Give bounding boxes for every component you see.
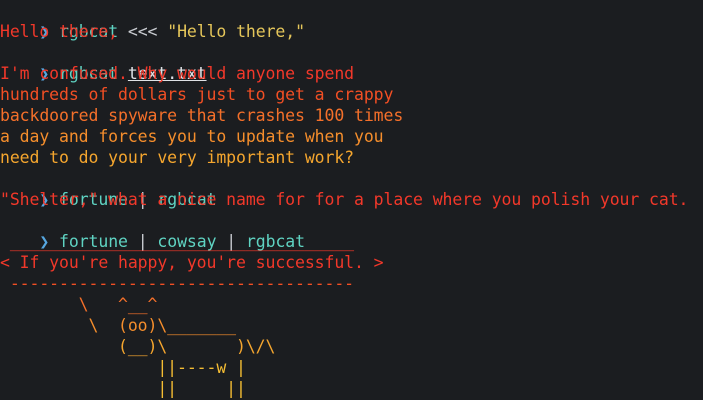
cowsay-cow-line: \ (oo)\_______ xyxy=(0,316,237,335)
here-string-operator: <<< xyxy=(127,22,158,41)
output-text-line: hundreds of dollars just to get a crappy xyxy=(0,85,394,104)
output-fortune: "Shelter," what a nice name for for a pl… xyxy=(0,190,689,209)
output-text-line: I'm confused. Why would anyone spend xyxy=(0,64,355,83)
command-line-1: ❯ rgbcat <<< "Hello there," xyxy=(0,0,305,41)
terminal-window[interactable]: ❯ rgbcat <<< "Hello there," Hello there,… xyxy=(0,0,703,400)
cowsay-cow-line: || || xyxy=(0,379,246,398)
output-text-line: a day and forces you to update when you xyxy=(0,127,384,146)
cowsay-bubble-bottom: ----------------------------------- xyxy=(0,274,355,293)
command-line-2: ❯ rgbcat text.txt xyxy=(0,42,206,83)
command-line-3: ❯ fortune | rgbcat xyxy=(0,168,216,209)
cowsay-bubble-top: ___________________________________ xyxy=(0,232,355,251)
output-hello: Hello there, xyxy=(0,22,119,41)
output-text-line: backdoored spyware that crashes 100 time… xyxy=(0,106,404,125)
cowsay-bubble-text: < If you're happy, you're successful. > xyxy=(0,253,384,272)
cowsay-cow-line: \ ^__^ xyxy=(0,295,158,314)
cowsay-cow-line: (__)\ )\/\ xyxy=(0,337,276,356)
output-text-line: need to do your very important work? xyxy=(0,148,355,167)
cowsay-cow-line: ||----w | xyxy=(0,358,246,377)
command-line-4: ❯ fortune | cowsay | rgbcat xyxy=(0,210,305,251)
command-string-argument: "Hello there," xyxy=(167,22,305,41)
